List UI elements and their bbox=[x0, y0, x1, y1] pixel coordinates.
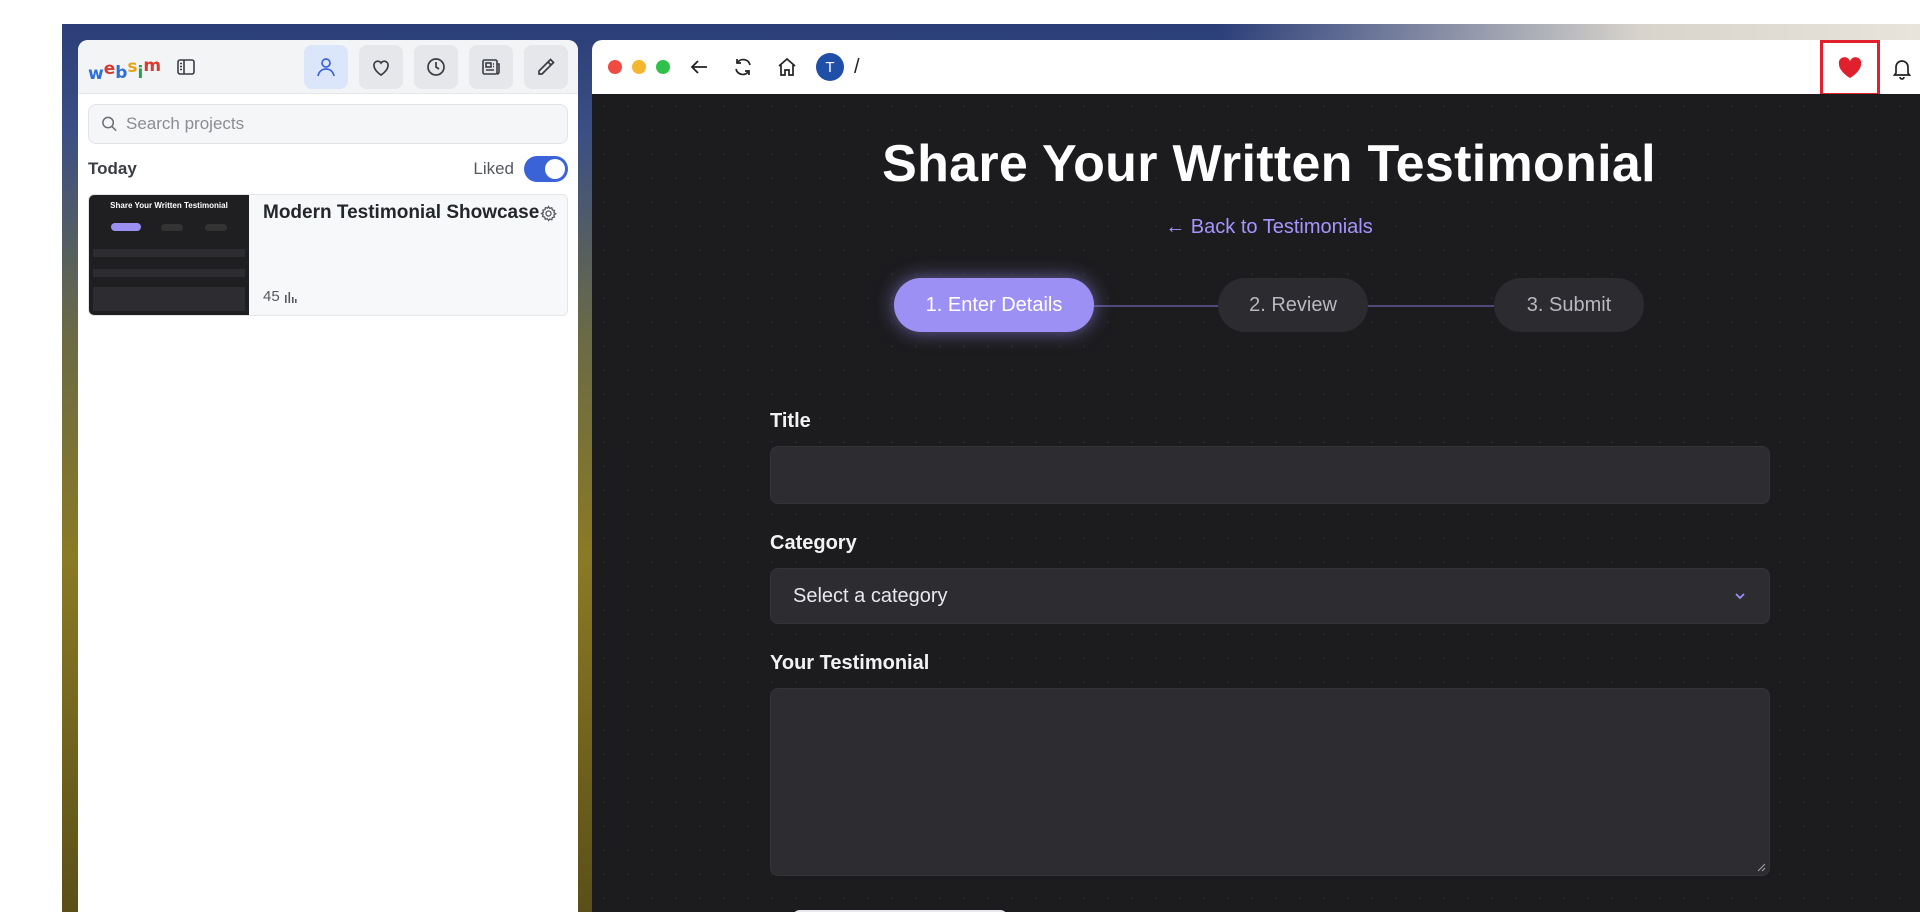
thumbnail-field bbox=[93, 287, 245, 311]
liked-filter: Liked bbox=[473, 156, 568, 182]
home-icon[interactable] bbox=[772, 52, 802, 82]
bell-icon[interactable] bbox=[1884, 50, 1920, 86]
bar-chart-icon bbox=[284, 292, 297, 303]
list-header: Today Liked bbox=[88, 154, 568, 184]
thumbnail-step bbox=[161, 224, 183, 231]
profile-button[interactable] bbox=[304, 44, 348, 89]
liked-toggle[interactable] bbox=[524, 156, 568, 182]
minimize-window-button[interactable] bbox=[632, 60, 646, 74]
url-path[interactable]: / bbox=[854, 56, 860, 79]
pencil-icon bbox=[538, 57, 555, 75]
page-content: Share Your Written Testimonial ← Back to… bbox=[592, 94, 1920, 912]
feed-button[interactable] bbox=[469, 44, 513, 89]
title-input[interactable] bbox=[770, 446, 1770, 504]
maximize-window-button[interactable] bbox=[656, 60, 670, 74]
clock-icon bbox=[427, 57, 445, 76]
browser-window: T / Share Your Written Testimonial ← Bac… bbox=[592, 40, 1920, 912]
back-to-testimonials-link[interactable]: ← Back to Testimonials bbox=[592, 216, 1920, 239]
reload-icon[interactable] bbox=[728, 52, 758, 82]
user-avatar[interactable]: T bbox=[816, 53, 844, 81]
step-review[interactable]: 2. Review bbox=[1218, 278, 1368, 332]
step-submit[interactable]: 3. Submit bbox=[1494, 278, 1644, 332]
thumbnail-title: Share Your Written Testimonial bbox=[110, 201, 228, 210]
search-icon bbox=[102, 116, 117, 132]
back-arrow-icon[interactable] bbox=[684, 52, 714, 82]
project-card-body: Modern Testimonial Showcase 45 bbox=[249, 195, 567, 315]
project-title: Modern Testimonial Showcase bbox=[263, 202, 540, 223]
project-thumbnail: Share Your Written Testimonial bbox=[89, 195, 249, 315]
browser-toolbar: T / bbox=[592, 40, 1920, 96]
thumbnail-step bbox=[111, 223, 141, 231]
new-project-button[interactable] bbox=[524, 44, 568, 89]
like-button[interactable] bbox=[1820, 40, 1880, 96]
logo-letter: e bbox=[103, 58, 116, 79]
testimonial-label: Your Testimonial bbox=[770, 652, 930, 674]
thumbnail-step bbox=[205, 224, 227, 231]
project-card[interactable]: Share Your Written Testimonial Modern Te… bbox=[88, 194, 568, 316]
step-enter-details[interactable]: 1. Enter Details bbox=[894, 278, 1094, 332]
logo-letter: s bbox=[127, 56, 138, 77]
thumbnail-field bbox=[93, 269, 245, 277]
logo-letter: m bbox=[143, 55, 162, 76]
search-bar bbox=[88, 104, 568, 144]
user-icon bbox=[317, 57, 335, 76]
logo-letter: w bbox=[88, 63, 104, 84]
project-sidebar: w e b s i m Search projects Today Liked … bbox=[78, 40, 578, 912]
newspaper-icon bbox=[482, 58, 500, 75]
sidebar-nav bbox=[304, 44, 568, 89]
category-select[interactable]: Select a category bbox=[770, 568, 1770, 624]
sidebar-header: w e b s i m bbox=[78, 40, 578, 94]
search-input[interactable] bbox=[126, 114, 555, 134]
title-label: Title bbox=[770, 410, 811, 432]
resize-handle-icon[interactable] bbox=[1756, 862, 1766, 872]
websim-logo[interactable]: w e b s i m bbox=[88, 52, 162, 84]
logo-letter: b bbox=[115, 62, 128, 83]
heart-outline-icon bbox=[373, 59, 389, 76]
section-label: Today bbox=[88, 159, 137, 178]
category-label: Category bbox=[770, 532, 857, 554]
window-controls bbox=[608, 60, 670, 74]
history-button[interactable] bbox=[414, 44, 458, 89]
close-window-button[interactable] bbox=[608, 60, 622, 74]
thumbnail-field bbox=[93, 249, 245, 257]
likes-button[interactable] bbox=[359, 44, 403, 89]
page-title: Share Your Written Testimonial bbox=[882, 135, 1656, 193]
progress-steps: 1. Enter Details 2. Review 3. Submit bbox=[894, 278, 1646, 332]
category-selected-value: Select a category bbox=[793, 584, 948, 607]
sidebar-toggle-icon[interactable] bbox=[175, 56, 197, 78]
views-count: 45 bbox=[263, 288, 280, 305]
heart-filled-icon bbox=[1838, 57, 1862, 78]
chevron-down-icon bbox=[1735, 593, 1745, 600]
gear-icon[interactable] bbox=[540, 205, 557, 227]
liked-label: Liked bbox=[473, 159, 514, 178]
project-views: 45 bbox=[263, 288, 297, 305]
testimonial-textarea[interactable] bbox=[770, 688, 1770, 876]
